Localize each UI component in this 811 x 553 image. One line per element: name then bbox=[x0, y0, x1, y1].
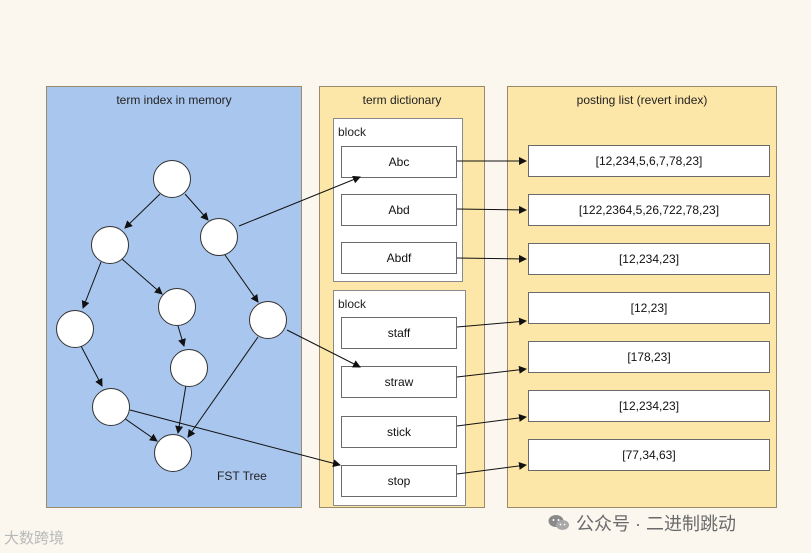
watermark-right: 公众号 · 二进制跳动 bbox=[548, 510, 736, 536]
term-to-posting-arrow bbox=[456, 205, 527, 214]
fst-tree-caption: FST Tree bbox=[217, 469, 267, 483]
fst-edge bbox=[224, 254, 259, 303]
fst-edge bbox=[80, 345, 103, 387]
fst-node bbox=[154, 434, 192, 472]
fst-edge bbox=[175, 384, 187, 434]
fst-edge bbox=[177, 325, 186, 347]
wechat-icon bbox=[548, 514, 570, 532]
fst-edge bbox=[121, 258, 163, 295]
term-to-posting-arrow bbox=[456, 254, 527, 263]
watermark-left: 大数跨境 bbox=[4, 527, 64, 548]
term-to-posting-arrow bbox=[456, 317, 527, 328]
connector-layer bbox=[80, 157, 527, 475]
diagram-canvas: term index in memory term dictionary pos… bbox=[0, 0, 811, 553]
fst-to-block-arrow bbox=[286, 329, 361, 368]
term-to-posting-arrow bbox=[456, 365, 527, 378]
fst-edge bbox=[123, 417, 158, 442]
fst-to-block-arrow bbox=[238, 175, 361, 227]
fst-node bbox=[91, 226, 129, 264]
fst-node bbox=[158, 288, 196, 326]
fst-edge bbox=[124, 193, 161, 229]
fst-edge bbox=[184, 193, 209, 221]
fst-node bbox=[170, 349, 208, 387]
watermark-right-text: 公众号 · 二进制跳动 bbox=[576, 514, 736, 534]
term-to-posting-arrow bbox=[456, 413, 527, 427]
term-to-posting-arrow bbox=[456, 461, 527, 475]
fst-node bbox=[56, 310, 94, 348]
fst-node bbox=[153, 160, 191, 198]
watermark-left-text: 大数跨境 bbox=[4, 530, 65, 547]
fst-edge bbox=[81, 261, 102, 309]
fst-node bbox=[249, 301, 287, 339]
fst-node bbox=[200, 218, 238, 256]
fst-node bbox=[92, 388, 130, 426]
